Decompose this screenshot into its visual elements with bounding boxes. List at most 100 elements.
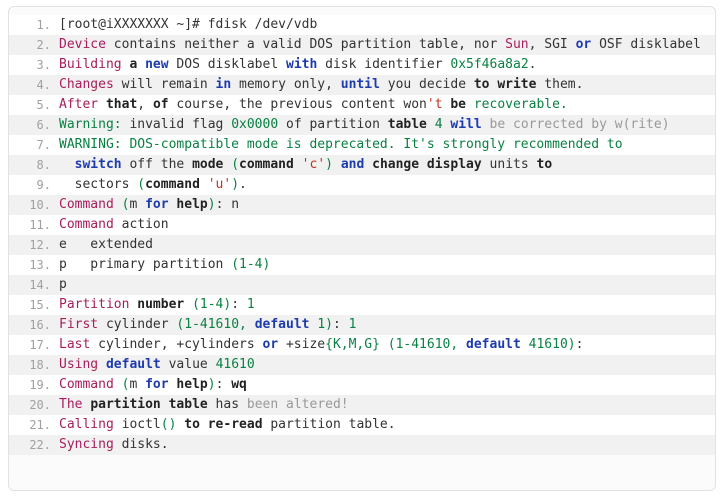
code-token: them. <box>536 77 584 92</box>
code-token: default <box>105 357 161 372</box>
code-token: for <box>145 377 169 392</box>
code-line[interactable]: 16. First cylinder (1-41610, default 1): … <box>9 315 715 335</box>
code-line[interactable]: 7. WARNING: DOS-compatible mode is deprec… <box>9 135 715 155</box>
code-token: Last <box>59 337 91 352</box>
code-line[interactable]: 10. Command (m for help): n <box>9 195 715 215</box>
code-line[interactable]: 20. The partition table has been altered! <box>9 395 715 415</box>
line-number: 20. <box>29 398 51 412</box>
line-number: 12. <box>29 238 51 252</box>
code-token: been altered! <box>239 397 349 412</box>
code-token: will <box>450 117 482 132</box>
code-token: 0x0000 <box>231 117 279 132</box>
line-number: 1. <box>36 18 51 32</box>
code-token: new <box>145 57 169 72</box>
code-line[interactable]: 19. Command (m for help): wq <box>9 375 715 395</box>
line-content: e extended <box>59 235 715 255</box>
code-token: that <box>105 97 138 112</box>
code-line[interactable]: 14. p <box>9 275 715 295</box>
code-token: cylinder, +cylinders <box>90 337 263 352</box>
code-line[interactable]: 1. [root@iXXXXXXX ~]# fdisk /dev/vdb <box>9 15 715 35</box>
code-token: . <box>528 57 537 72</box>
code-token: units <box>481 157 537 172</box>
code-token: default <box>254 317 310 332</box>
code-token: 'c' <box>301 157 326 172</box>
code-token: of partition <box>278 117 388 132</box>
code-line[interactable]: 9. sectors (command 'u'). <box>9 175 715 195</box>
code-token: OSF disklabel <box>591 37 701 52</box>
line-content: Command (m for help): n <box>59 195 715 215</box>
code-token: partition table. <box>262 417 396 432</box>
code-line[interactable]: 22. Syncing disks. <box>9 435 715 455</box>
code-token: will remain <box>113 77 216 92</box>
code-token: and <box>340 157 365 172</box>
line-number: 7. <box>36 138 51 152</box>
code-token: Command <box>59 377 114 392</box>
line-content: Warning: invalid flag 0x0000 of partitio… <box>59 115 715 135</box>
code-token: or <box>575 37 592 52</box>
code-line[interactable]: 21. Calling ioctl() to re-read partition … <box>9 415 715 435</box>
code-line[interactable]: 4. Changes will remain in memory only, un… <box>9 75 715 95</box>
code-token: (1-4) <box>231 257 271 272</box>
code-line-list[interactable]: 1. [root@iXXXXXXX ~]# fdisk /dev/vdb 2. Dev… <box>9 7 715 463</box>
code-token: ( <box>231 157 240 172</box>
code-token: () <box>160 417 177 432</box>
code-token: table <box>387 117 427 132</box>
code-line[interactable]: 13. p primary partition (1-4) <box>9 255 715 275</box>
code-line[interactable]: 8. switch off the mode (command 'c') and… <box>9 155 715 175</box>
line-number: 14. <box>29 278 51 292</box>
line-content: p primary partition (1-4) <box>59 255 715 275</box>
code-line[interactable]: 3. Building a new DOS disklabel with disk… <box>9 55 715 75</box>
code-token: off the <box>121 157 193 172</box>
code-line[interactable]: 5. After that, of course, the previous co… <box>9 95 715 115</box>
line-content: Partition number (1-4): 1 <box>59 295 715 315</box>
line-content: Calling ioctl() to re-read partition tab… <box>59 415 715 435</box>
code-token: re-read <box>207 417 263 432</box>
code-line[interactable]: 15. Partition number (1-4): 1 <box>9 295 715 315</box>
code-token: (1-41610, <box>387 337 459 352</box>
code-token: has <box>207 397 240 412</box>
code-token: . <box>239 177 247 192</box>
line-content: WARNING: DOS-compatible mode is deprecat… <box>59 135 715 155</box>
code-line[interactable]: 18. Using default value 41610 <box>9 355 715 375</box>
code-token: 't <box>426 97 451 112</box>
code-token: ) <box>207 377 216 392</box>
code-token: +size <box>278 337 326 352</box>
code-line[interactable]: 17. Last cylinder, +cylinders or +size{K,… <box>9 335 715 355</box>
line-number: 22. <box>29 438 51 452</box>
line-number: 3. <box>36 58 51 72</box>
code-token: : <box>575 337 584 352</box>
code-token: switch <box>74 157 122 172</box>
code-token: : <box>215 377 232 392</box>
code-token: ) <box>325 157 333 172</box>
code-token: Command <box>59 197 114 212</box>
code-token: After <box>59 97 99 112</box>
code-line[interactable]: 6. Warning: invalid flag 0x0000 of partit… <box>9 115 715 135</box>
code-token: 41610) <box>528 337 576 352</box>
code-token: you decide <box>379 77 474 92</box>
code-token: change <box>372 157 420 172</box>
code-token: mode <box>192 157 224 172</box>
line-number: 18. <box>29 358 51 372</box>
line-number: 16. <box>29 318 51 332</box>
code-line[interactable]: 2. Device contains neither a valid DOS pa… <box>9 35 715 55</box>
code-token: 41610 <box>215 357 255 372</box>
code-token: to <box>473 77 490 92</box>
code-token: to <box>184 417 200 432</box>
code-token: p <box>59 277 67 292</box>
code-line[interactable]: 12. e extended <box>9 235 715 255</box>
code-token: Syncing <box>59 437 114 452</box>
code-token: ioctl <box>113 417 161 432</box>
code-line[interactable]: 11. Command action <box>9 215 715 235</box>
